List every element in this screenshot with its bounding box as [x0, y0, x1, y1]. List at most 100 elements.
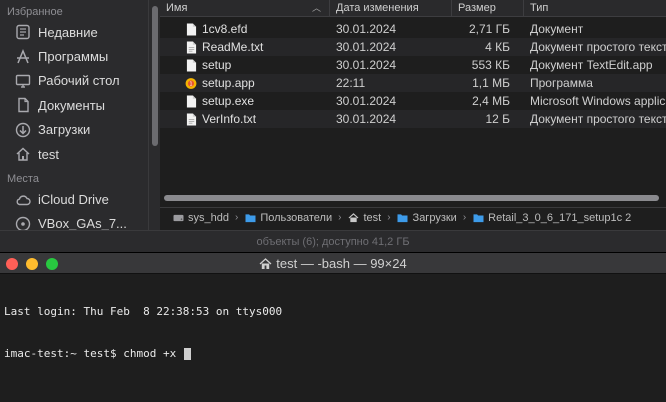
file-row[interactable]: VerInfo.txt 30.01.2024 12 Б Документ про… — [160, 110, 666, 128]
sidebar-item-home[interactable]: test — [0, 142, 148, 166]
file-type: Документ простого текста — [530, 40, 666, 54]
column-header-date[interactable]: Дата изменения — [330, 0, 452, 17]
path-item-test[interactable]: test — [347, 212, 381, 224]
file-size: 553 КБ — [471, 58, 510, 72]
file-name: setup — [202, 58, 232, 72]
file-date: 30.01.2024 — [336, 112, 397, 126]
folder-icon — [472, 212, 484, 223]
sidebar-item-label: Загрузки — [38, 122, 91, 138]
sidebar-item-label: test — [38, 146, 59, 162]
document-icon — [185, 94, 197, 108]
path-item-retail-folder[interactable]: Retail_3_0_6_171_setup1c 2 — [472, 212, 631, 224]
sidebar-item-downloads[interactable]: Загрузки — [0, 118, 148, 142]
column-header-size[interactable]: Размер — [452, 0, 524, 17]
terminal-line: Last login: Thu Feb 8 22:38:53 on ttys00… — [4, 305, 283, 318]
folder-icon — [244, 212, 256, 223]
terminal-prompt-line: imac-test:~ test$ chmod +x — [4, 347, 662, 361]
file-row[interactable]: ReadMe.txt 30.01.2024 4 КБ Документ прос… — [160, 38, 666, 56]
terminal-output[interactable]: Last login: Thu Feb 8 22:38:53 on ttys00… — [4, 277, 662, 389]
home-icon — [347, 212, 359, 223]
sidebar-item-label: VBox_GAs_7... — [38, 216, 127, 230]
file-name: VerInfo.txt — [202, 112, 257, 126]
sidebar-header-places: Места — [7, 173, 39, 186]
file-size: 12 Б — [485, 112, 510, 126]
file-date: 30.01.2024 — [336, 22, 397, 36]
drive-icon — [172, 212, 184, 223]
file-date: 30.01.2024 — [336, 40, 397, 54]
document-icon — [185, 58, 197, 72]
text-document-icon — [185, 112, 197, 126]
sidebar-item-documents[interactable]: Документы — [0, 93, 148, 117]
sidebar-item-vbox-disk[interactable]: VBox_GAs_7... — [0, 212, 148, 230]
terminal-titlebar: test — -bash — 99×24 — [0, 253, 666, 274]
file-name: ReadMe.txt — [202, 40, 264, 54]
sidebar-item-label: Программы — [38, 49, 109, 65]
file-row[interactable]: 1cv8.efd 30.01.2024 2,71 ГБ Документ — [160, 20, 666, 38]
sidebar-item-label: Рабочий стол — [38, 73, 120, 89]
sidebar-item-label: Недавние — [38, 24, 98, 40]
chevron-right-icon: › — [338, 212, 342, 223]
file-row[interactable]: 1 setup.app 22:11 1,1 МБ Программа — [160, 74, 666, 92]
file-name: setup.app — [202, 76, 255, 90]
column-header-name[interactable]: Имя ︿ — [160, 0, 330, 17]
column-headers: Имя ︿ Дата изменения Размер Тип — [160, 0, 666, 17]
downloads-icon — [14, 122, 32, 138]
clock-icon — [14, 24, 32, 40]
sidebar-item-desktop[interactable]: Рабочий стол — [0, 69, 148, 93]
file-size: 4 КБ — [485, 40, 510, 54]
desktop-icon — [14, 73, 32, 89]
file-date: 30.01.2024 — [336, 58, 397, 72]
file-type: Microsoft Windows application — [530, 94, 666, 108]
svg-text:1: 1 — [189, 81, 192, 87]
terminal-title: test — -bash — 99×24 — [0, 253, 666, 274]
file-rows: 1cv8.efd 30.01.2024 2,71 ГБ Документ Rea… — [160, 20, 666, 128]
sidebar-scrollbar-thumb[interactable] — [152, 6, 158, 146]
sidebar-item-icloud[interactable]: iCloud Drive — [0, 187, 148, 211]
path-item-downloads[interactable]: Загрузки — [397, 212, 457, 224]
column-header-type[interactable]: Тип — [524, 0, 666, 17]
file-date: 30.01.2024 — [336, 94, 397, 108]
sidebar-scrollbar[interactable] — [148, 0, 160, 230]
sidebar-item-label: Документы — [38, 97, 106, 113]
status-bar: объекты (6); доступно 41,2 ГБ — [0, 230, 666, 252]
text-document-icon — [185, 40, 197, 54]
horizontal-scrollbar[interactable] — [160, 193, 666, 203]
file-size: 2,71 ГБ — [468, 22, 510, 36]
file-type: Программа — [530, 76, 593, 90]
sidebar-item-recents[interactable]: Недавние — [0, 20, 148, 44]
sidebar-header-favorites: Избранное — [7, 6, 63, 18]
file-row[interactable]: setup 30.01.2024 553 КБ Документ TextEdi… — [160, 56, 666, 74]
applications-icon — [14, 48, 32, 65]
file-name: setup.exe — [202, 94, 255, 108]
path-item-users[interactable]: Пользователи — [244, 212, 332, 224]
chevron-right-icon: › — [462, 212, 467, 223]
file-list: Имя ︿ Дата изменения Размер Тип 1cv8.efd… — [160, 0, 666, 230]
file-type: Документ TextEdit.app — [530, 58, 653, 72]
sidebar-item-applications[interactable]: Программы — [0, 44, 148, 68]
terminal-window: test — -bash — 99×24 Last login: Thu Feb… — [0, 252, 666, 402]
horizontal-scrollbar-thumb[interactable] — [164, 195, 659, 201]
app-icon: 1 — [185, 76, 197, 90]
sidebar: Избранное Недавние Программы Рабочий сто… — [0, 0, 148, 230]
home-icon — [259, 257, 272, 270]
disk-icon — [14, 216, 32, 230]
file-date: 22:11 — [336, 76, 366, 90]
documents-icon — [14, 97, 32, 113]
path-bar: sys_hdd › Пользователи › test › Загрузки… — [160, 207, 666, 227]
sort-ascending-icon: ︿ — [311, 3, 321, 13]
file-type: Документ — [530, 22, 584, 36]
icloud-icon — [14, 192, 32, 208]
folder-icon — [397, 212, 409, 223]
chevron-right-icon: › — [234, 212, 239, 223]
file-size: 2,4 МБ — [472, 94, 510, 108]
chevron-right-icon: › — [387, 212, 391, 223]
home-icon — [14, 146, 32, 162]
file-row[interactable]: setup.exe 30.01.2024 2,4 МБ Microsoft Wi… — [160, 92, 666, 110]
document-icon — [185, 22, 197, 36]
file-name: 1cv8.efd — [202, 22, 248, 36]
path-item-sys-hdd[interactable]: sys_hdd — [172, 212, 229, 224]
text-cursor — [183, 348, 191, 360]
file-size: 1,1 МБ — [472, 76, 510, 90]
sidebar-item-label: iCloud Drive — [38, 192, 109, 208]
file-type: Документ простого текста — [530, 112, 666, 126]
